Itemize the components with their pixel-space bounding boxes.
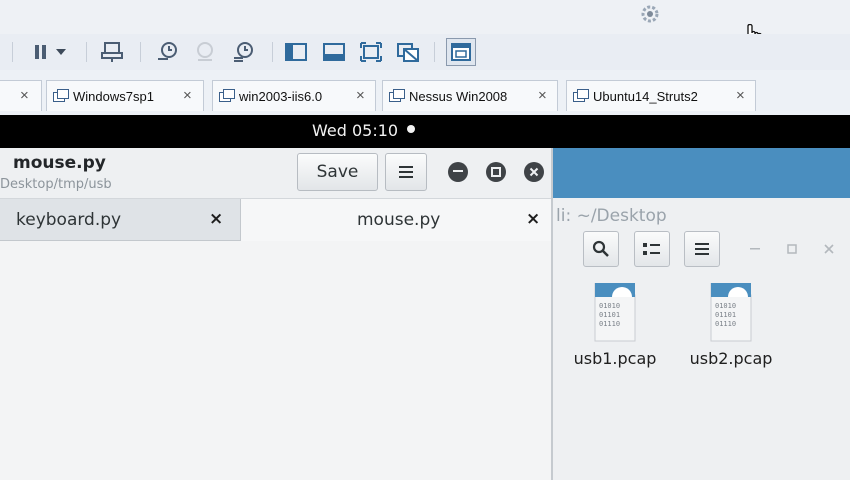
dropdown-arrow-icon[interactable] bbox=[54, 40, 68, 64]
vmware-toolbar bbox=[0, 34, 850, 71]
minimize-icon[interactable] bbox=[744, 238, 766, 260]
vm-tab-label: Windows7sp1 bbox=[73, 88, 154, 104]
close-window-icon[interactable] bbox=[524, 162, 544, 182]
window-subtitle: Desktop/tmp/usb bbox=[0, 177, 112, 192]
notification-dot-icon bbox=[407, 125, 415, 133]
text-editor-area[interactable] bbox=[0, 241, 551, 480]
vm-tab-label: Ubuntu14_Struts2 bbox=[593, 88, 698, 104]
binary-file-icon: 01010 01101 01110 bbox=[708, 282, 754, 343]
search-icon bbox=[592, 240, 609, 257]
document-tabs: keyboard.py × mouse.py × bbox=[0, 199, 551, 241]
text-editor-window: mouse.py Desktop/tmp/usb Save keyboard.p… bbox=[0, 148, 553, 480]
vm-tab-label: win2003-iis6.0 bbox=[239, 88, 323, 104]
thumbnail-view-icon[interactable] bbox=[446, 38, 476, 66]
file-manager-header bbox=[553, 148, 850, 198]
close-icon[interactable]: × bbox=[526, 209, 540, 229]
unity-icon[interactable] bbox=[396, 40, 420, 64]
file-name: usb1.pcap bbox=[573, 349, 657, 368]
grid-view-icon bbox=[643, 243, 660, 255]
close-icon[interactable]: × bbox=[736, 87, 745, 104]
snapshot-take-icon[interactable] bbox=[155, 40, 179, 64]
vm-tab-ubuntu[interactable]: Ubuntu14_Struts2 × bbox=[566, 80, 756, 111]
fullscreen-icon[interactable] bbox=[359, 40, 383, 64]
vm-icon bbox=[573, 89, 589, 103]
vm-tab-partial[interactable]: × bbox=[0, 80, 42, 111]
pause-icon[interactable] bbox=[29, 40, 53, 64]
hamburger-icon bbox=[399, 166, 413, 178]
vm-icon bbox=[389, 89, 405, 103]
vm-icon bbox=[219, 89, 235, 103]
tab-label: keyboard.py bbox=[16, 210, 122, 230]
maximize-icon[interactable] bbox=[486, 162, 506, 182]
binary-file-icon: 01010 01101 01110 bbox=[592, 282, 638, 343]
vm-tab-win2003[interactable]: win2003-iis6.0 × bbox=[212, 80, 376, 111]
window-title: mouse.py bbox=[13, 153, 106, 173]
vm-tab-windows7sp1[interactable]: Windows7sp1 × bbox=[46, 80, 204, 111]
loading-spinner-icon bbox=[640, 4, 660, 24]
close-icon[interactable]: × bbox=[209, 209, 223, 229]
send-keys-icon[interactable] bbox=[100, 40, 124, 64]
grid-view-button[interactable] bbox=[634, 231, 670, 267]
search-button[interactable] bbox=[583, 231, 619, 267]
binary-glyph: 01010 01101 01110 bbox=[715, 302, 737, 328]
vm-tab-nessus[interactable]: Nessus Win2008 × bbox=[382, 80, 558, 111]
tab-label: mouse.py bbox=[357, 210, 441, 230]
minimize-icon[interactable] bbox=[448, 162, 468, 182]
vmware-vm-tabs: × Windows7sp1 × win2003-iis6.0 × Nessus … bbox=[0, 70, 850, 116]
file-item[interactable]: 01010 01101 01110 usb2.pcap bbox=[686, 282, 776, 368]
desktop-top-bar: Wed 05:10 bbox=[0, 115, 850, 148]
vmware-title-strip bbox=[0, 0, 850, 34]
tab-keyboard-py[interactable]: keyboard.py × bbox=[0, 199, 240, 241]
close-icon[interactable]: × bbox=[356, 87, 365, 104]
fullscreen-bar-icon[interactable] bbox=[322, 40, 346, 64]
console-view-icon[interactable] bbox=[284, 40, 308, 64]
snapshot-revert-icon[interactable] bbox=[193, 40, 217, 64]
menu-button[interactable] bbox=[684, 231, 720, 267]
menu-button[interactable] bbox=[385, 153, 427, 191]
tab-mouse-py[interactable]: mouse.py × bbox=[240, 199, 551, 241]
snapshot-manager-icon[interactable] bbox=[231, 40, 255, 64]
vm-tab-label: Nessus Win2008 bbox=[409, 88, 508, 104]
close-window-icon[interactable] bbox=[818, 238, 840, 260]
close-icon[interactable]: × bbox=[20, 87, 29, 104]
file-name: usb2.pcap bbox=[689, 349, 773, 368]
text-editor-header: mouse.py Desktop/tmp/usb Save bbox=[0, 148, 551, 199]
vm-icon bbox=[53, 89, 69, 103]
maximize-icon[interactable] bbox=[781, 238, 803, 260]
file-manager-title: li: ~/Desktop bbox=[556, 206, 667, 226]
clock[interactable]: Wed 05:10 bbox=[312, 121, 398, 140]
close-icon[interactable]: × bbox=[538, 87, 547, 104]
binary-glyph: 01010 01101 01110 bbox=[599, 302, 621, 328]
hamburger-icon bbox=[695, 243, 709, 255]
close-icon[interactable]: × bbox=[183, 87, 192, 104]
file-item[interactable]: 01010 01101 01110 usb1.pcap bbox=[570, 282, 660, 368]
save-button[interactable]: Save bbox=[297, 153, 378, 191]
